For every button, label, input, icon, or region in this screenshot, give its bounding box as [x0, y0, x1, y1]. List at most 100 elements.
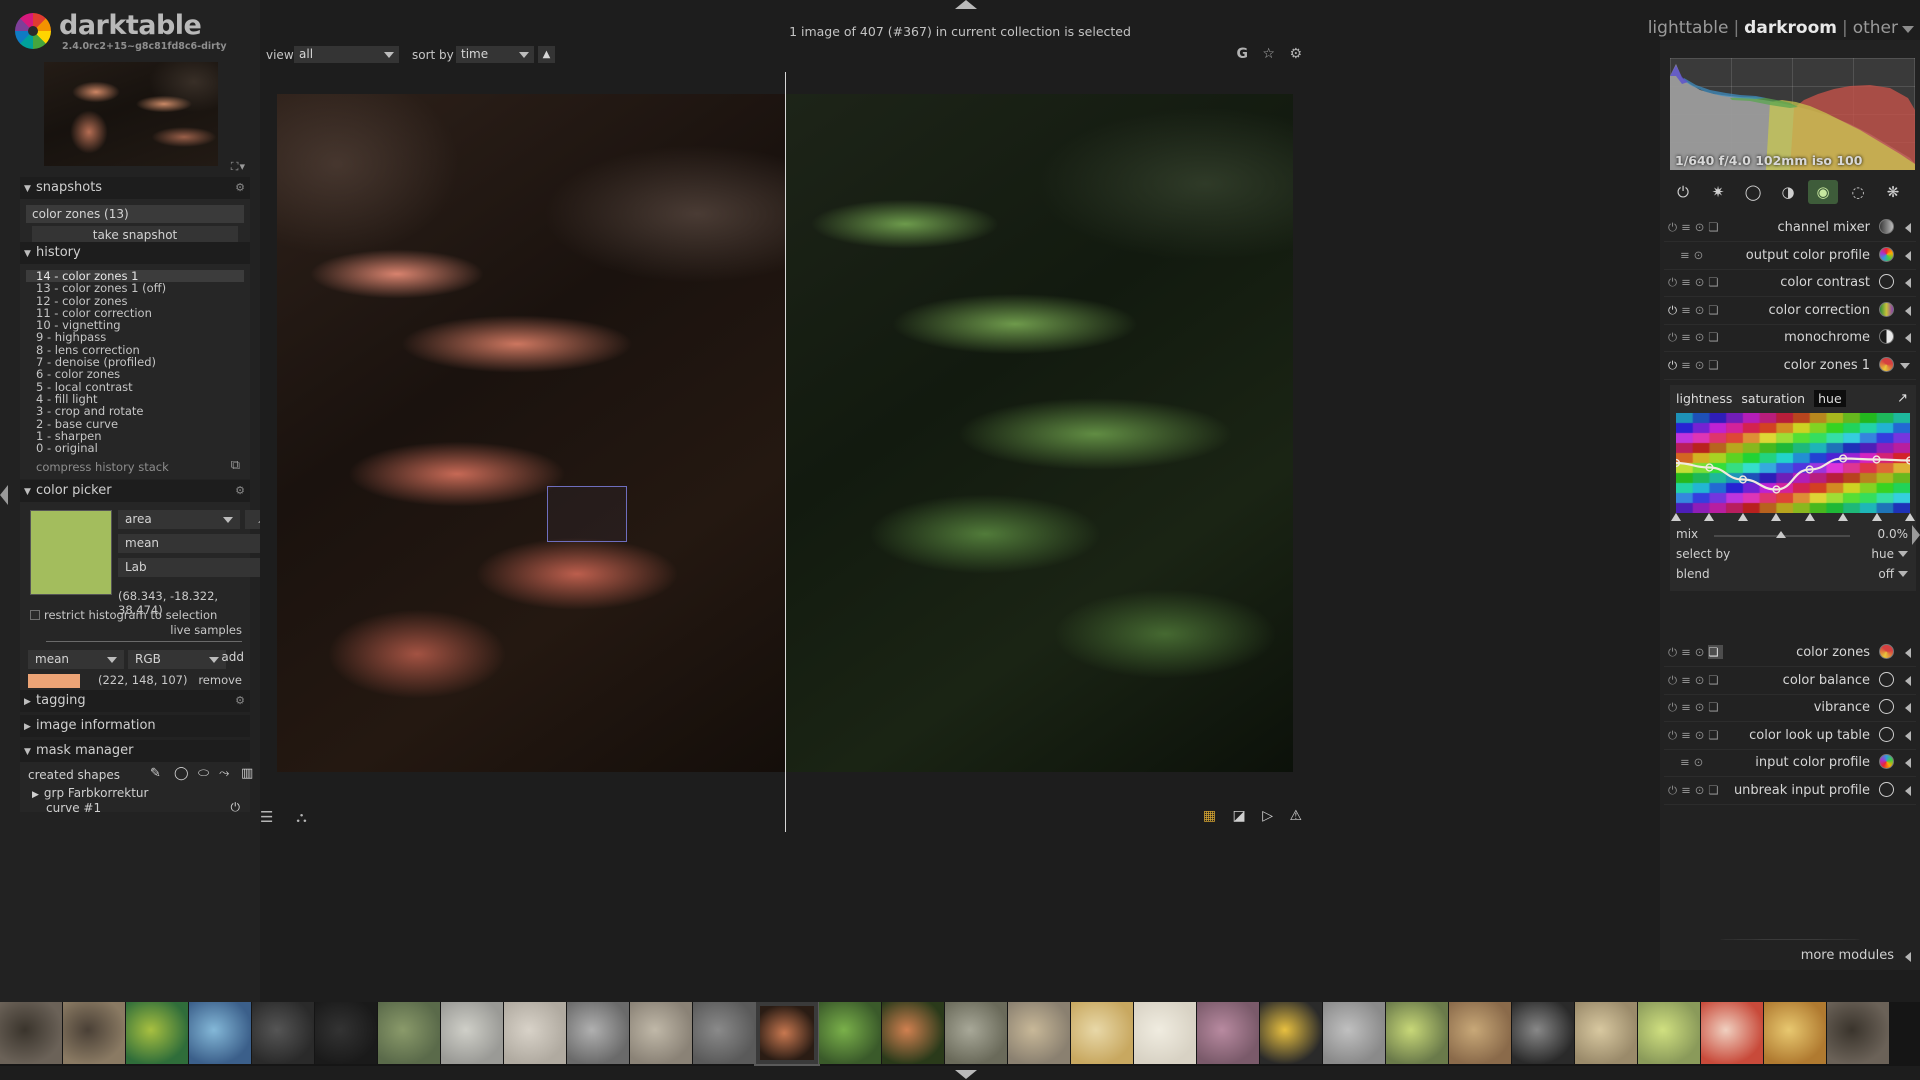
presets-menu-icon[interactable]: ≡ — [1681, 275, 1695, 289]
multi-instance-icon[interactable]: ❏ — [1708, 783, 1722, 797]
mix-slider-knob[interactable] — [1776, 530, 1786, 538]
power-icon[interactable]: ⏻ — [1668, 645, 1681, 659]
snapshots-header[interactable]: ▼ snapshots ⚙ — [20, 177, 250, 199]
reset-icon[interactable]: ⊙ — [1695, 358, 1709, 372]
view-switcher[interactable]: lighttable | darkroom | other — [1648, 18, 1898, 38]
chevron-down-icon[interactable] — [1900, 363, 1910, 369]
multi-instance-icon[interactable]: ❏ — [1708, 728, 1722, 742]
sample-statistic-select[interactable]: mean — [28, 650, 124, 669]
module-row[interactable]: ⏻≡⊙❏ color zones — [1664, 640, 1916, 667]
gamut-check-icon[interactable]: ◪ — [1233, 808, 1246, 824]
presets-menu-icon[interactable]: ≡ — [1681, 673, 1695, 687]
color-sample-area-rect[interactable] — [547, 486, 627, 542]
power-icon[interactable]: ⏻ — [1668, 180, 1698, 204]
power-icon[interactable]: ⏻ — [1668, 330, 1681, 344]
mask-group-row[interactable]: ▶ grp Farbkorrektur — [32, 786, 244, 801]
list-icon[interactable]: ☰ — [260, 808, 273, 826]
navigation-preview[interactable] — [44, 62, 218, 166]
history-header[interactable]: ▼ history — [20, 242, 250, 264]
picker-statistic-select[interactable]: mean — [118, 534, 280, 553]
color-zones-tab[interactable]: lightness — [1676, 391, 1732, 406]
presets-menu-icon[interactable]: ≡ — [1681, 728, 1695, 742]
remove-sample-button[interactable]: remove — [198, 673, 242, 687]
gear-icon[interactable]: ⚙ — [235, 690, 245, 712]
module-row-controls[interactable]: ⏻≡⊙❏ — [1668, 330, 1723, 345]
multi-instance-icon[interactable]: ❏ — [1708, 303, 1722, 317]
more-modules-row[interactable]: more modules — [1664, 944, 1916, 968]
multi-instance-icon[interactable]: ❏ — [1708, 358, 1722, 372]
power-icon[interactable]: ⏻ — [1668, 673, 1681, 687]
multi-instance-icon[interactable]: ❏ — [1708, 700, 1722, 714]
power-icon[interactable]: ⏻ — [1668, 275, 1681, 289]
module-row[interactable]: ⏻≡⊙❏ color zones 1 — [1664, 353, 1916, 380]
color-picker-header[interactable]: ▼ color picker ⚙ — [20, 480, 250, 502]
chevron-left-icon[interactable] — [1905, 278, 1911, 289]
filmstrip-thumbnail[interactable] — [1071, 1002, 1133, 1064]
module-row-controls[interactable]: ≡⊙ — [1668, 248, 1707, 262]
color-zones-tab[interactable]: saturation — [1741, 391, 1805, 406]
presets-menu-icon[interactable]: ≡ — [1680, 248, 1694, 262]
presets-menu-icon[interactable]: ≡ — [1681, 303, 1695, 317]
color-assessment-icon[interactable]: ▦ — [1203, 808, 1216, 824]
path-icon[interactable]: ⤳ — [219, 766, 229, 781]
chevron-left-icon[interactable] — [1905, 223, 1911, 233]
module-row[interactable]: ⏻≡⊙❏ vibrance — [1664, 695, 1916, 723]
color-zones-select-by[interactable]: select by hue — [1676, 547, 1910, 565]
circle-icon[interactable]: ◯ — [174, 766, 189, 781]
presets-menu-icon[interactable]: ≡ — [1681, 358, 1695, 372]
image-canvas[interactable] — [260, 72, 1310, 832]
presets-menu-icon[interactable]: ≡ — [1681, 330, 1695, 344]
module-row[interactable]: ⏻≡⊙❏ color correction — [1664, 298, 1916, 325]
power-icon[interactable]: ⏻ — [1668, 220, 1681, 234]
module-row[interactable]: ⏻≡⊙❏ color balance — [1664, 668, 1916, 695]
chevron-left-icon[interactable] — [1905, 730, 1911, 741]
filmstrip-thumbnail[interactable] — [63, 1002, 125, 1064]
reset-icon[interactable]: ⊙ — [1695, 673, 1709, 687]
power-icon[interactable]: ⏻ — [1668, 303, 1681, 317]
presets-menu-icon[interactable]: ≡ — [1681, 220, 1695, 234]
duplicate-icon[interactable]: ⧉ — [231, 458, 240, 473]
chevron-left-icon[interactable] — [1905, 703, 1911, 714]
chevron-left-icon[interactable] — [1905, 333, 1911, 344]
left-panel-collapse-handle[interactable] — [0, 480, 8, 510]
before-after-split-line[interactable] — [785, 72, 786, 832]
favorites-star-icon[interactable]: ✷ — [1703, 180, 1733, 204]
filmstrip-thumbnail[interactable] — [567, 1002, 629, 1064]
grouping-icon[interactable]: G — [1236, 46, 1248, 62]
gear-icon[interactable]: ⚙ — [235, 480, 245, 502]
module-row-controls[interactable]: ⏻≡⊙❏ — [1668, 275, 1723, 290]
filmstrip-thumbnail[interactable] — [882, 1002, 944, 1064]
add-sample-button[interactable]: add — [221, 650, 244, 664]
presets-menu-icon[interactable]: ≡ — [1681, 645, 1695, 659]
sort-direction-button[interactable]: ▲ — [538, 46, 555, 63]
reset-icon[interactable]: ⊙ — [1695, 728, 1709, 742]
eyedropper-icon[interactable]: ↗ — [1897, 391, 1908, 406]
reset-icon[interactable]: ⊙ — [1694, 755, 1708, 769]
reset-icon[interactable]: ⊙ — [1695, 645, 1709, 659]
overexposed-icon[interactable]: ⚠ — [1289, 808, 1302, 824]
module-row-controls[interactable]: ⏻≡⊙❏ — [1668, 220, 1723, 235]
gradient-icon[interactable]: ▥ — [241, 766, 253, 781]
module-row[interactable]: ⏻≡⊙❏ channel mixer — [1664, 215, 1916, 242]
mask-shapes-icon[interactable]: ⛬ — [296, 808, 307, 826]
chevron-left-icon[interactable] — [1905, 758, 1911, 769]
filmstrip-thumbnail[interactable] — [819, 1002, 881, 1064]
filmstrip-thumbnail[interactable] — [1512, 1002, 1574, 1064]
module-row-controls[interactable]: ⏻≡⊙❏ — [1668, 303, 1723, 318]
view-darkroom[interactable]: darkroom — [1744, 18, 1837, 38]
filmstrip-thumbnail[interactable] — [945, 1002, 1007, 1064]
filmstrip-thumbnail[interactable] — [1260, 1002, 1322, 1064]
color-zones-node-handle[interactable] — [1704, 512, 1715, 521]
filmstrip-thumbnail[interactable] — [1701, 1002, 1763, 1064]
module-row[interactable]: ⏻≡⊙❏ monochrome — [1664, 325, 1916, 353]
preferences-gear-icon[interactable]: ⚙ — [1289, 46, 1302, 62]
compress-history-stack-button[interactable]: compress history stack — [26, 460, 244, 474]
chevron-left-icon[interactable] — [1905, 675, 1911, 686]
picker-colorspace-select[interactable]: Lab — [118, 558, 280, 577]
color-zones-node-handle[interactable] — [1838, 512, 1849, 521]
presets-menu-icon[interactable]: ≡ — [1681, 700, 1695, 714]
power-icon[interactable]: ⏻ — [1668, 728, 1681, 742]
color-zones-node-markers[interactable] — [1671, 512, 1915, 525]
module-row[interactable]: ≡⊙ output color profile — [1664, 243, 1916, 270]
module-row-controls[interactable]: ⏻≡⊙❏ — [1668, 673, 1723, 688]
